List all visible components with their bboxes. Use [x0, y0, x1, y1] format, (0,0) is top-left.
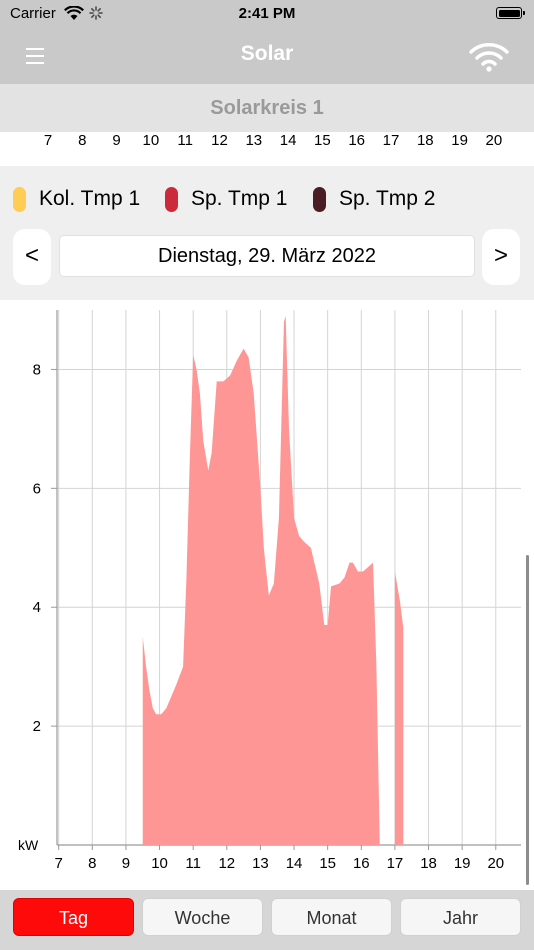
y-tick-label: 2: [33, 718, 41, 735]
x-tick-label: 9: [121, 855, 131, 872]
legend-color-swatch: [313, 186, 326, 212]
chart-x-axis: 7 8 9 10 11 12 13 14 15 16 17 18 19 20: [0, 855, 534, 877]
top-axis-hour-label: 14: [279, 132, 297, 149]
tab-month[interactable]: Monat: [271, 898, 392, 936]
legend-label: Sp. Tmp 2: [339, 187, 436, 210]
y-tick-label: 4: [33, 599, 41, 616]
chart-controls: Kol. Tmp 1 Sp. Tmp 1 Sp. Tmp 2 < Diensta…: [0, 166, 534, 300]
x-tick-label: 10: [151, 855, 168, 872]
x-tick-label: 20: [487, 855, 505, 872]
y-axis-unit-label: kW: [18, 837, 39, 853]
battery-icon: [496, 7, 525, 19]
top-axis-hour-label: 19: [451, 132, 468, 149]
top-axis-hour-label: 12: [211, 132, 228, 149]
section-title: Solarkreis 1: [210, 97, 324, 119]
x-tick-label: 16: [352, 855, 370, 872]
solar-power-chart: 2 4 6 8 kW: [18, 310, 521, 853]
top-axis-hour-label: 20: [485, 132, 503, 149]
legend-color-swatch: [13, 186, 26, 212]
x-tick-label: 19: [453, 855, 471, 872]
section-header: Solarkreis 1: [0, 84, 534, 132]
top-axis-hour-label: 9: [112, 132, 121, 149]
scrollbar[interactable]: [526, 555, 529, 885]
x-tick-label: 7: [54, 855, 63, 872]
status-bar: Carrier 2:41 PM: [0, 0, 534, 30]
next-day-button[interactable]: >: [482, 229, 520, 285]
top-axis-hour-label: 13: [245, 132, 263, 149]
top-axis-hour-label: 15: [314, 132, 331, 149]
top-axis-hour-label: 7: [43, 132, 53, 149]
top-axis-hour-label: 8: [78, 132, 87, 149]
page-title: Solar: [240, 42, 294, 65]
previous-day-button[interactable]: <: [13, 229, 51, 285]
previous-chart-hour-axis: 7 8 9 10 11 12 13 14 15 16 17 18 19 20: [0, 132, 534, 154]
tab-year[interactable]: Jahr: [400, 898, 521, 936]
x-tick-label: 12: [218, 855, 236, 872]
top-axis-hour-label: 16: [348, 132, 366, 149]
x-tick-label: 18: [420, 855, 437, 872]
x-tick-label: 14: [285, 855, 303, 872]
power-area-segment: [394, 571, 404, 845]
x-tick-label: 13: [252, 855, 269, 872]
navigation-bar: Solar: [0, 30, 534, 84]
date-selector[interactable]: Dienstag, 29. März 2022: [59, 235, 475, 277]
tab-day[interactable]: Tag: [13, 898, 134, 936]
legend-label: Sp. Tmp 1: [191, 187, 288, 210]
clock-time: 2:41 PM: [238, 5, 296, 22]
legend-color-swatch: [165, 186, 178, 212]
power-area-segment: [142, 315, 380, 845]
x-tick-label: 17: [386, 855, 404, 872]
wifi-connection-icon[interactable]: [467, 40, 511, 74]
legend-item-sp-tmp-1[interactable]: Sp. Tmp 1: [165, 184, 288, 214]
period-tab-bar: Tag Woche Monat Jahr: [0, 890, 534, 950]
x-tick-label: 8: [88, 855, 97, 872]
top-axis-hour-label: 17: [382, 132, 400, 149]
x-tick-label: 15: [319, 855, 336, 872]
top-axis-hour-label: 10: [142, 132, 160, 149]
y-tick-label: 6: [33, 480, 41, 497]
y-tick-label: 8: [33, 361, 41, 378]
top-axis-hour-label: 11: [177, 132, 193, 149]
tab-week[interactable]: Woche: [142, 898, 263, 936]
legend-item-sp-tmp-2[interactable]: Sp. Tmp 2: [313, 184, 436, 214]
x-tick-label: 11: [185, 855, 201, 872]
top-axis-hour-label: 18: [416, 132, 434, 149]
legend-label: Kol. Tmp 1: [39, 187, 141, 210]
legend-item-kol-tmp-1[interactable]: Kol. Tmp 1: [13, 184, 140, 214]
